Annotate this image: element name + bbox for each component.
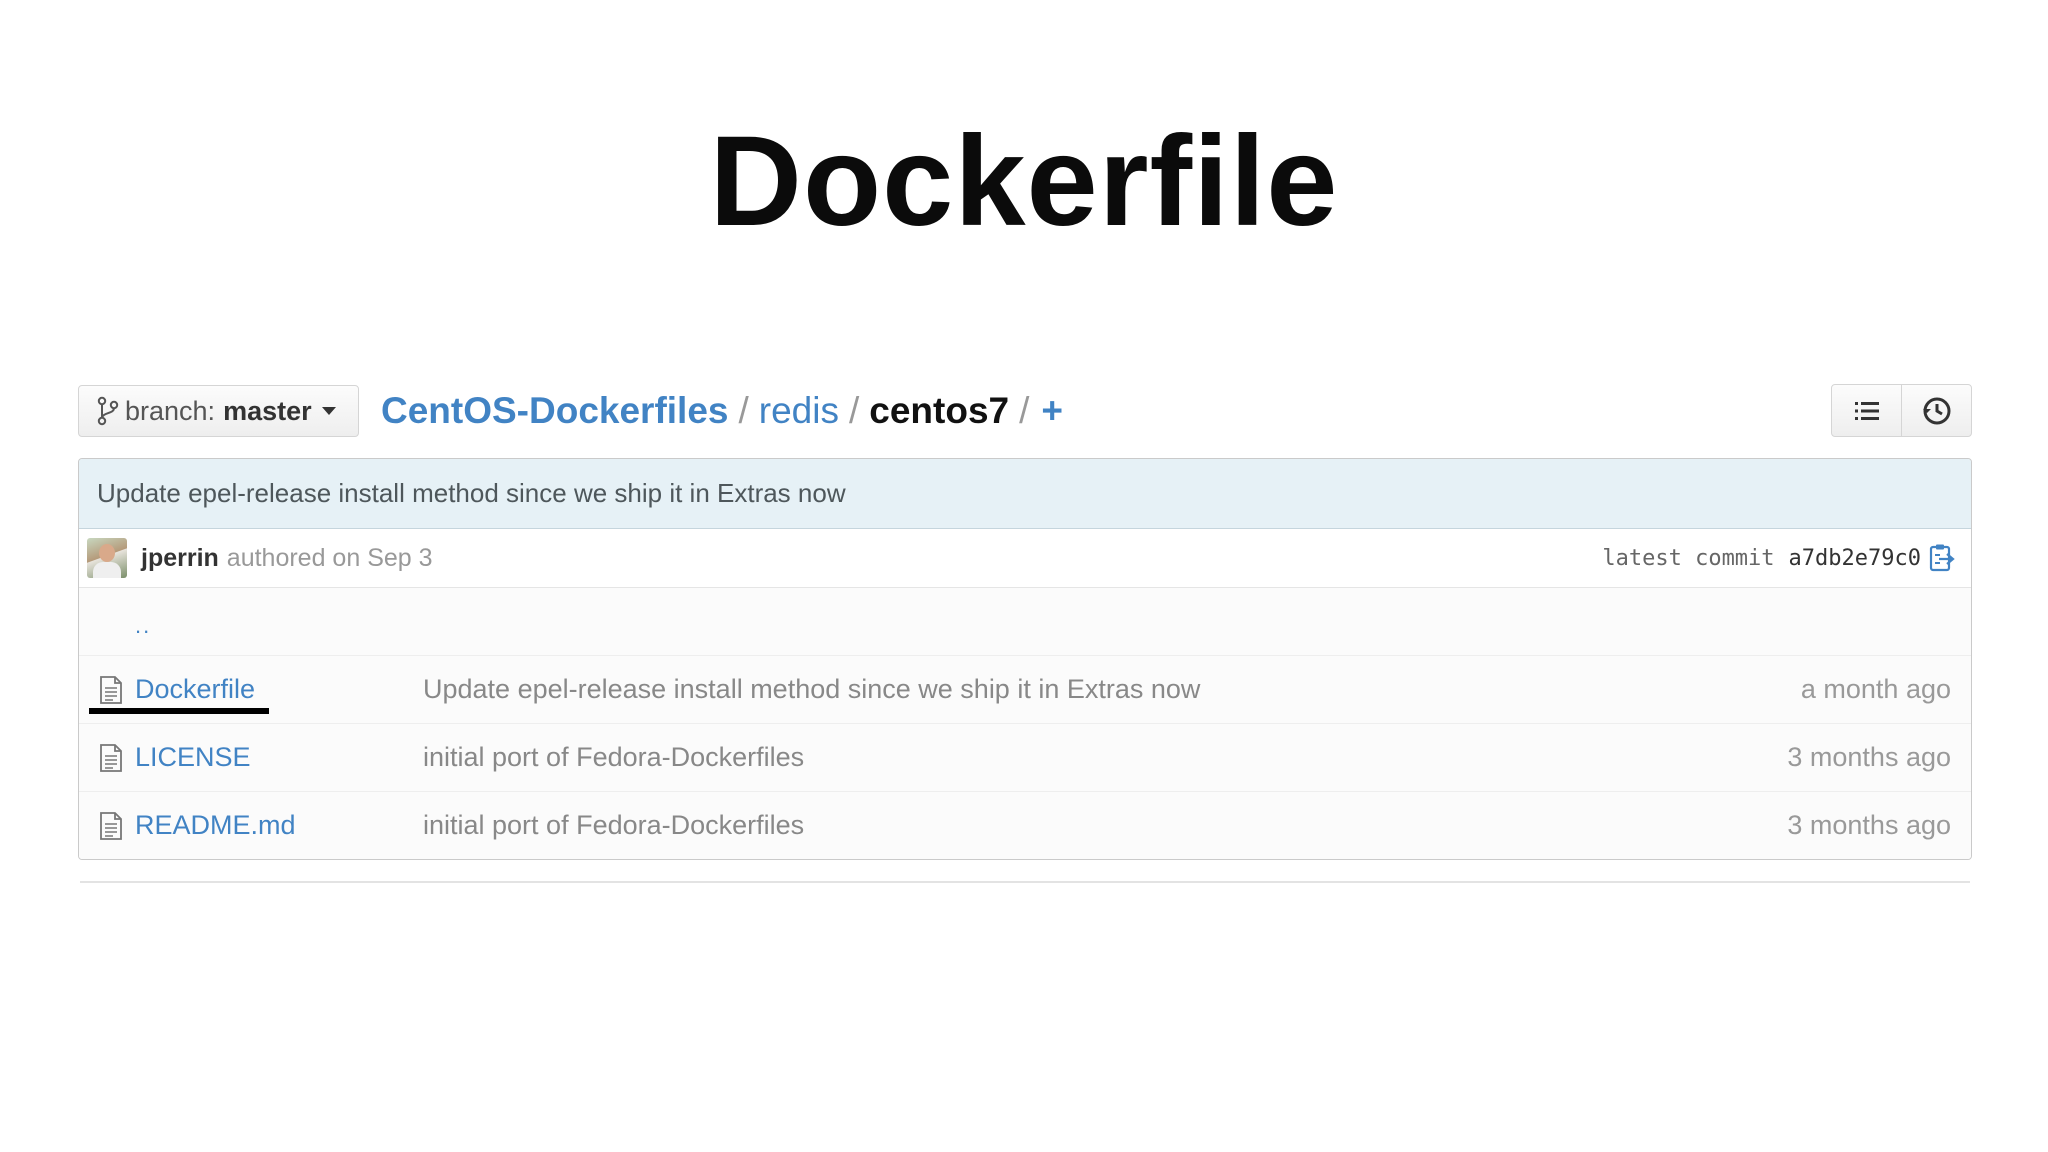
file-row: Dockerfile Update epel-release install m… [79, 656, 1971, 724]
file-name-link[interactable]: README.md [135, 810, 423, 841]
commit-authored-date: authored on Sep 3 [226, 543, 433, 572]
git-branch-icon [97, 396, 119, 426]
latest-commit-message[interactable]: Update epel-release install method since… [79, 459, 1971, 529]
file-commit-message-link[interactable]: initial port of Fedora-Dockerfiles [423, 810, 1787, 841]
breadcrumb-folder-link[interactable]: redis [759, 390, 839, 432]
breadcrumb-repo-link[interactable]: CentOS-Dockerfiles [381, 390, 729, 432]
file-name-link[interactable]: LICENSE [135, 742, 423, 773]
file-row: README.md initial port of Fedora-Dockerf… [79, 792, 1971, 859]
latest-commit-label: latest commit [1602, 545, 1775, 571]
commit-author-link[interactable]: jperrin [141, 544, 219, 573]
history-icon [1922, 397, 1950, 424]
file-age: 3 months ago [1787, 742, 1951, 772]
highlight-underline [89, 708, 269, 714]
divider [80, 881, 1970, 883]
history-button[interactable] [1901, 385, 1971, 436]
file-commit-message-link[interactable]: Update epel-release install method since… [423, 674, 1801, 705]
branch-label: branch: [125, 395, 216, 426]
clipboard-icon[interactable] [1929, 543, 1955, 573]
commit-meta-bar: jperrin authored on Sep 3 latest commit … [79, 529, 1971, 588]
file-name-link[interactable]: Dockerfile [135, 674, 423, 705]
branch-selector-button[interactable]: branch: master [78, 385, 359, 437]
breadcrumb-current: centos7 [869, 390, 1010, 431]
file-age: 3 months ago [1787, 810, 1951, 840]
breadcrumb-separator: / [738, 390, 749, 431]
branch-name: master [223, 395, 312, 426]
file-text-icon [100, 743, 122, 772]
breadcrumb-separator: / [1019, 390, 1030, 431]
view-button-group [1831, 384, 1972, 437]
file-text-icon [100, 675, 122, 704]
slide-title: Dockerfile [709, 110, 1339, 253]
add-file-button[interactable]: + [1041, 390, 1063, 432]
avatar[interactable] [87, 538, 127, 578]
list-icon [1854, 401, 1879, 420]
parent-directory-row: .. [79, 588, 1971, 656]
file-text-icon [100, 811, 122, 840]
commit-sha-link[interactable]: a7db2e79c0 [1789, 546, 1921, 571]
file-row: LICENSE initial port of Fedora-Dockerfil… [79, 724, 1971, 792]
file-age: a month ago [1800, 674, 1951, 704]
file-commit-message-link[interactable]: initial port of Fedora-Dockerfiles [423, 742, 1787, 773]
breadcrumb-separator: / [848, 390, 860, 431]
parent-directory-link[interactable]: .. [135, 613, 151, 639]
chevron-down-icon [321, 407, 336, 415]
file-browser: Update epel-release install method since… [78, 458, 1972, 860]
list-view-button[interactable] [1832, 385, 1901, 436]
breadcrumb: CentOS-Dockerfiles / redis / centos7 / + [381, 385, 1063, 437]
